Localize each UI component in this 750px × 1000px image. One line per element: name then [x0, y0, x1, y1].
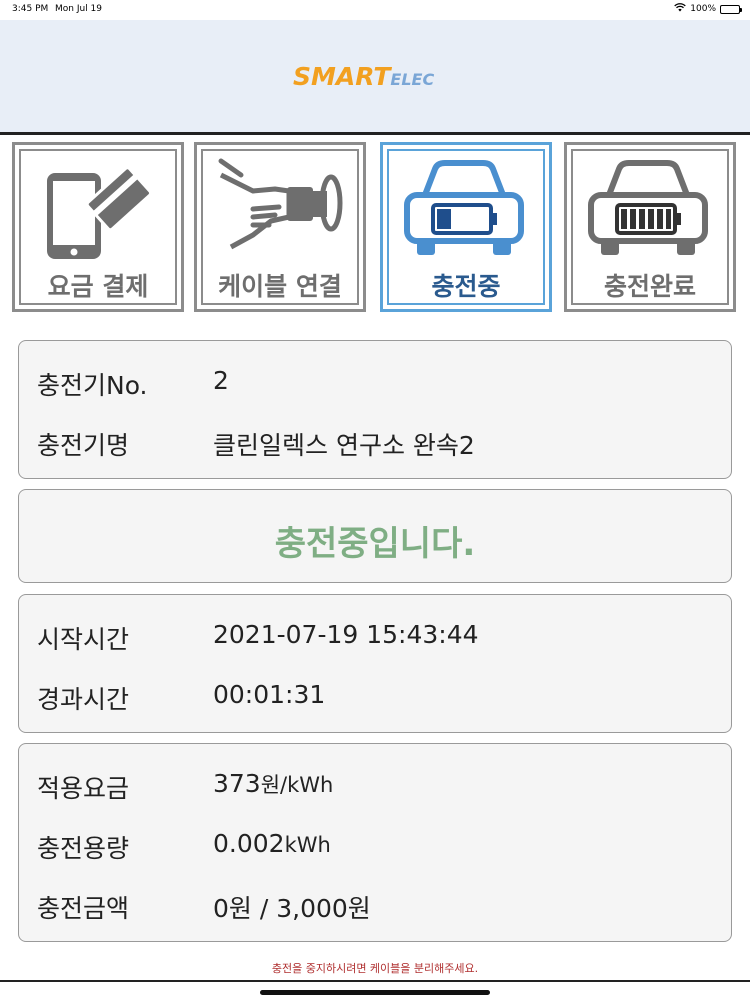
elapsed-time-value: 00:01:31 — [213, 680, 326, 709]
step-label-cable: 케이블 연결 — [218, 272, 342, 301]
stop-charging-notice: 충전을 중지하시려면 케이블을 분리해주세요. — [271, 962, 479, 975]
elapsed-time-label: 경과시간 — [37, 685, 130, 714]
logo-elec: ELEC — [390, 70, 435, 89]
step-label-payment: 요금 결제 — [47, 272, 149, 301]
amount-value-group: 0.002kWh — [213, 829, 331, 858]
home-indicator[interactable] — [260, 990, 490, 995]
status-bar: 3:45 PM Mon Jul 19 100% — [0, 0, 750, 20]
amount-value: 0.002 — [213, 829, 285, 858]
rate-unit: 원/kWh — [260, 773, 334, 797]
status-date: Mon Jul 19 — [55, 4, 103, 14]
rate-label: 적용요금 — [37, 774, 130, 803]
amount-unit: kWh — [284, 833, 331, 857]
step-cable: 케이블 연결 — [194, 142, 366, 312]
charger-info-card: 충전기No. 2 충전기명 클린일렉스 연구소 완속2 — [18, 340, 732, 479]
app-header: SMARTELEC — [0, 20, 750, 135]
start-time-label: 시작시간 — [37, 625, 130, 654]
charging-status-message: 충전중입니다. — [274, 524, 476, 564]
logo-smart: SMART — [293, 62, 391, 91]
start-time-value: 2021-07-19 15:43:44 — [213, 620, 479, 649]
step-label-complete: 충전완료 — [603, 272, 696, 301]
progress-steps: 요금 결제 케이블 연결 충전중 충전완료 — [0, 138, 750, 316]
charger-number-label: 충전기No. — [37, 371, 148, 400]
time-info-card: 시작시간 2021-07-19 15:43:44 경과시간 00:01:31 — [18, 594, 732, 733]
charger-number-value: 2 — [213, 366, 229, 395]
step-complete: 충전완료 — [564, 142, 736, 312]
cost-label: 충전금액 — [37, 894, 130, 923]
charging-status-card: 충전중입니다. — [18, 489, 732, 583]
bottom-divider — [0, 980, 750, 982]
status-time: 3:45 PM — [12, 4, 49, 14]
step-payment: 요금 결제 — [12, 142, 184, 312]
wifi-icon — [674, 3, 687, 15]
step-charging: 충전중 — [380, 142, 552, 312]
charger-name-label: 충전기명 — [37, 431, 130, 460]
rate-value: 373 — [213, 769, 261, 798]
battery-icon — [720, 4, 742, 14]
step-label-charging: 충전중 — [431, 272, 501, 301]
charger-name-value: 클린일렉스 연구소 완속2 — [213, 431, 475, 460]
rate-value-group: 373원/kWh — [213, 769, 333, 799]
battery-percent: 100% — [690, 4, 716, 14]
charge-info-card: 적용요금 373원/kWh 충전용량 0.002kWh 충전금액 0원 / 3,… — [18, 743, 732, 942]
status-right: 100% — [674, 3, 742, 15]
cost-value: 0원 / 3,000원 — [213, 894, 371, 923]
smartelec-logo: SMARTELEC — [293, 62, 434, 91]
amount-label: 충전용량 — [37, 834, 130, 863]
